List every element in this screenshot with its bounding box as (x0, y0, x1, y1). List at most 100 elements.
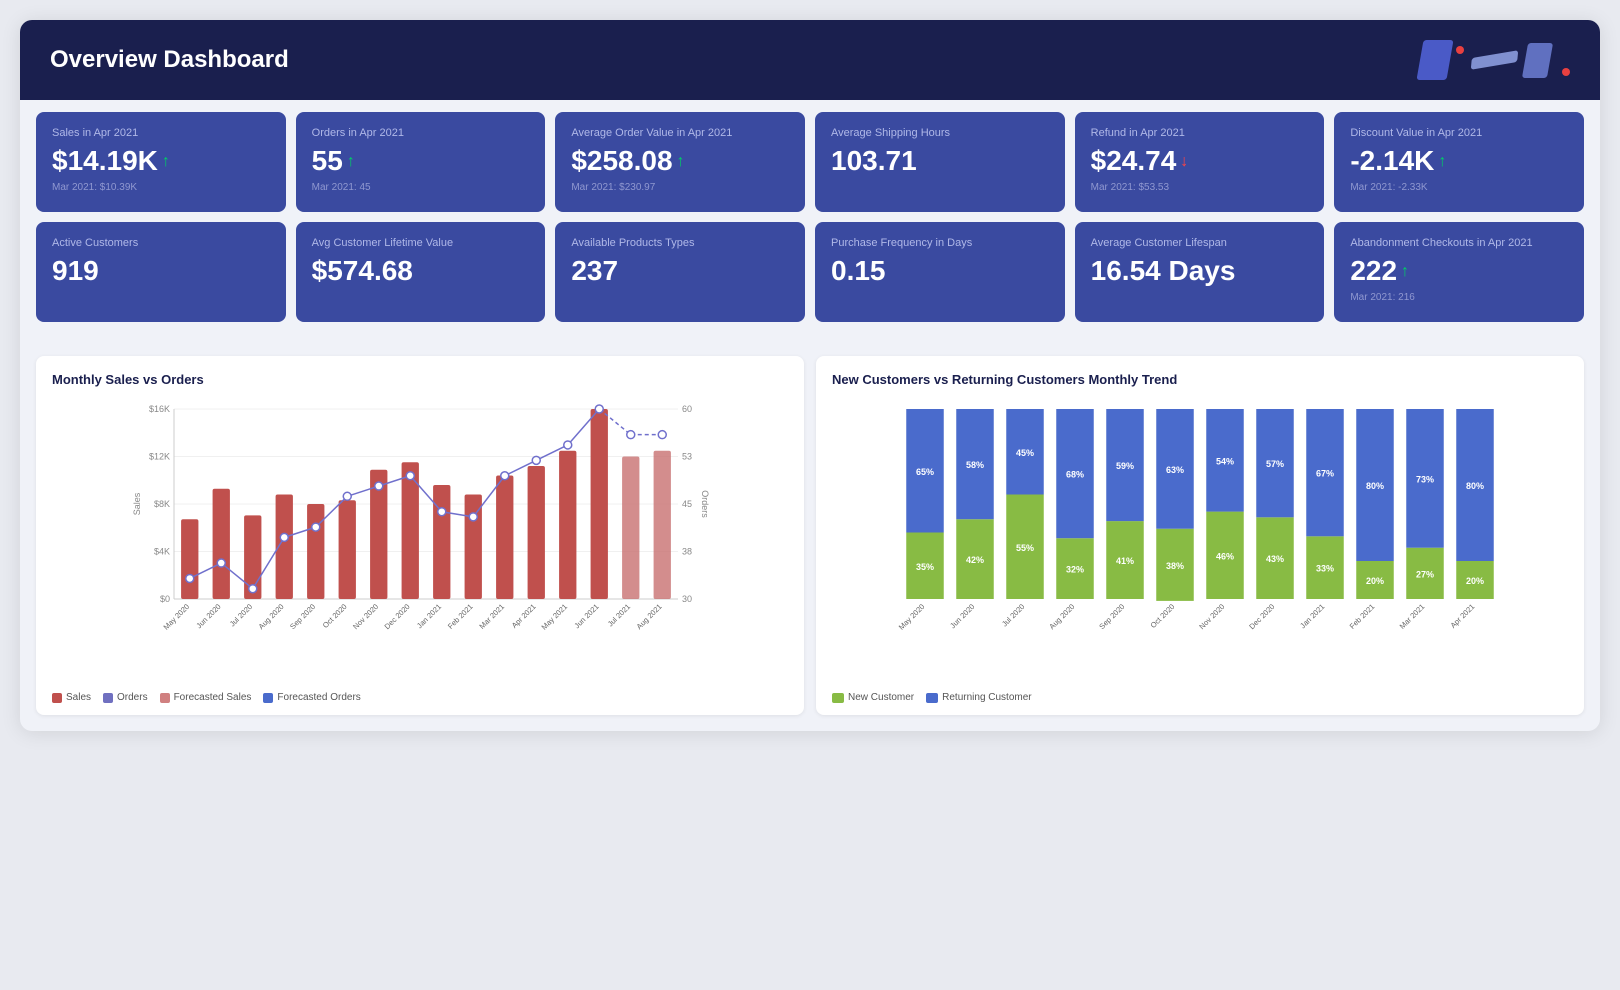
svg-text:Aug 2020: Aug 2020 (257, 602, 286, 631)
svg-text:58%: 58% (966, 460, 984, 470)
svg-text:33%: 33% (1316, 564, 1334, 574)
metric-label-refund-apr: Refund in Apr 2021 (1091, 126, 1309, 140)
metric-sub-discount-apr: Mar 2021: -2.33K (1350, 182, 1568, 193)
svg-text:Jan 2021: Jan 2021 (1298, 602, 1326, 630)
metric-card-refund-apr: Refund in Apr 2021$24.74↓Mar 2021: $53.5… (1075, 112, 1325, 212)
metric-value-avg-order-value: $258.08↑ (571, 144, 789, 178)
svg-text:45%: 45% (1016, 448, 1034, 458)
chart2-title: New Customers vs Returning Customers Mon… (832, 372, 1568, 387)
charts-section: Monthly Sales vs Orders $0$4K$8K$12K$16K… (20, 344, 1600, 731)
metrics-row-1: Sales in Apr 2021 $14.19K↑ Mar 2021: $10.3… (36, 112, 1584, 212)
svg-text:$16K: $16K (149, 404, 170, 414)
svg-text:43%: 43% (1266, 554, 1284, 564)
metric-value-refund-apr: $24.74↓ (1091, 144, 1309, 178)
metric-sub-orders-apr: Mar 2021: 45 (312, 182, 530, 193)
metric-label-orders-apr: Orders in Apr 2021 (312, 126, 530, 140)
metric-card-discount-apr: Discount Value in Apr 2021-2.14K↑Mar 202… (1334, 112, 1584, 212)
svg-text:May 2020: May 2020 (162, 602, 192, 632)
metric-value-avg-shipping: 103.71 (831, 144, 1049, 178)
legend-item-orders: Orders (103, 692, 148, 703)
metrics-row-2: Active Customers 919 Avg Customer Lifetime… (36, 222, 1584, 322)
svg-text:Nov 2020: Nov 2020 (1197, 602, 1226, 631)
svg-text:Jan 2021: Jan 2021 (415, 602, 443, 630)
bar-chart-svg: $0$4K$8K$12K$16KSalesOrders6053453830May… (52, 399, 788, 679)
legend-label: Forecasted Orders (277, 692, 360, 703)
metric-label-purchase-freq: Purchase Frequency in Days (831, 236, 1049, 250)
metric-label-abandonment: Abandonment Checkouts in Apr 2021 (1350, 236, 1568, 250)
metric-label-avg-shipping: Average Shipping Hours (831, 126, 1049, 140)
svg-text:53: 53 (682, 452, 692, 462)
metric-value-active-customers: 919 (52, 254, 270, 288)
legend-label: Forecasted Sales (174, 692, 252, 703)
metric-label-discount-apr: Discount Value in Apr 2021 (1350, 126, 1568, 140)
svg-text:Apr 2021: Apr 2021 (1449, 602, 1477, 630)
svg-text:Jun 2020: Jun 2020 (194, 602, 222, 630)
metric-card-avg-order-value: Average Order Value in Apr 2021$258.08↑M… (555, 112, 805, 212)
svg-text:Jul 2020: Jul 2020 (228, 602, 254, 628)
metric-label-avg-lifetime-value: Avg Customer Lifetime Value (312, 236, 530, 250)
svg-text:80%: 80% (1466, 481, 1484, 491)
stacked-chart-svg: 65%35%May 202058%42%Jun 202045%55%Jul 20… (832, 399, 1568, 679)
dashboard-header: Overview Dashboard (20, 20, 1600, 100)
svg-text:Jun 2020: Jun 2020 (948, 602, 976, 630)
logo-dot-2 (1562, 68, 1570, 76)
chart1-title: Monthly Sales vs Orders (52, 372, 788, 387)
svg-text:20%: 20% (1466, 576, 1484, 586)
metric-card-orders-apr: Orders in Apr 2021 55↑ Mar 2021: 45 (296, 112, 546, 212)
metric-label-sales-apr: Sales in Apr 2021 (52, 126, 270, 140)
svg-text:Sep 2020: Sep 2020 (1097, 602, 1126, 631)
logo-shape-3 (1522, 43, 1553, 78)
svg-text:60: 60 (682, 404, 692, 414)
svg-text:Feb 2021: Feb 2021 (1348, 602, 1377, 631)
svg-text:May 2020: May 2020 (897, 602, 927, 632)
svg-text:32%: 32% (1066, 565, 1084, 575)
svg-text:Aug 2020: Aug 2020 (1047, 602, 1076, 631)
metric-card-available-products: Available Products Types237 (555, 222, 805, 322)
svg-text:30: 30 (682, 594, 692, 604)
metric-value-orders-apr: 55↑ (312, 144, 530, 178)
svg-text:45: 45 (682, 499, 692, 509)
chart1-legend: Sales Orders Forecasted Sales Forecasted Or… (52, 692, 788, 703)
metric-sub-abandonment: Mar 2021: 216 (1350, 292, 1568, 303)
legend-item-returning-customer: Returning Customer (926, 692, 1031, 703)
svg-text:Dec 2020: Dec 2020 (1247, 602, 1276, 631)
legend-label: Returning Customer (942, 692, 1031, 703)
metric-label-active-customers: Active Customers (52, 236, 270, 250)
svg-text:57%: 57% (1266, 459, 1284, 469)
svg-text:20%: 20% (1366, 576, 1384, 586)
chart2-container: 65%35%May 202058%42%Jun 202045%55%Jul 20… (832, 399, 1568, 699)
metric-card-avg-lifetime-value: Avg Customer Lifetime Value$574.68 (296, 222, 546, 322)
metric-value-available-products: 237 (571, 254, 789, 288)
legend-item-forecasted-orders: Forecasted Orders (263, 692, 360, 703)
svg-text:Apr 2021: Apr 2021 (510, 602, 538, 630)
legend-color-box (926, 693, 938, 703)
legend-label: Orders (117, 692, 148, 703)
chart-customers: New Customers vs Returning Customers Mon… (816, 356, 1584, 715)
metric-card-active-customers: Active Customers 919 (36, 222, 286, 322)
svg-text:35%: 35% (916, 562, 934, 572)
legend-item-sales: Sales (52, 692, 91, 703)
metric-card-avg-lifespan: Average Customer Lifespan16.54 Days (1075, 222, 1325, 322)
metric-value-sales-apr: $14.19K↑ (52, 144, 270, 178)
dashboard-title: Overview Dashboard (50, 46, 289, 74)
svg-text:$4K: $4K (154, 547, 170, 557)
metric-value-avg-lifespan: 16.54 Days (1091, 254, 1309, 288)
metric-card-abandonment: Abandonment Checkouts in Apr 2021222↑Mar… (1334, 222, 1584, 322)
legend-color-box (160, 693, 170, 703)
svg-text:68%: 68% (1066, 470, 1084, 480)
svg-text:$8K: $8K (154, 499, 170, 509)
header-logo (1420, 40, 1570, 80)
svg-text:Nov 2020: Nov 2020 (351, 602, 380, 631)
svg-text:38%: 38% (1166, 561, 1184, 571)
legend-label: New Customer (848, 692, 914, 703)
legend-color-box (103, 693, 113, 703)
svg-text:$0: $0 (160, 594, 170, 604)
metric-sub-sales-apr: Mar 2021: $10.39K (52, 182, 270, 193)
legend-item-new-customer: New Customer (832, 692, 914, 703)
svg-text:Oct 2020: Oct 2020 (1149, 602, 1177, 630)
svg-text:Jun 2021: Jun 2021 (572, 602, 600, 630)
svg-text:63%: 63% (1166, 465, 1184, 475)
svg-text:Jul 2021: Jul 2021 (606, 602, 632, 628)
svg-text:Sep 2020: Sep 2020 (288, 602, 317, 631)
svg-text:59%: 59% (1116, 461, 1134, 471)
